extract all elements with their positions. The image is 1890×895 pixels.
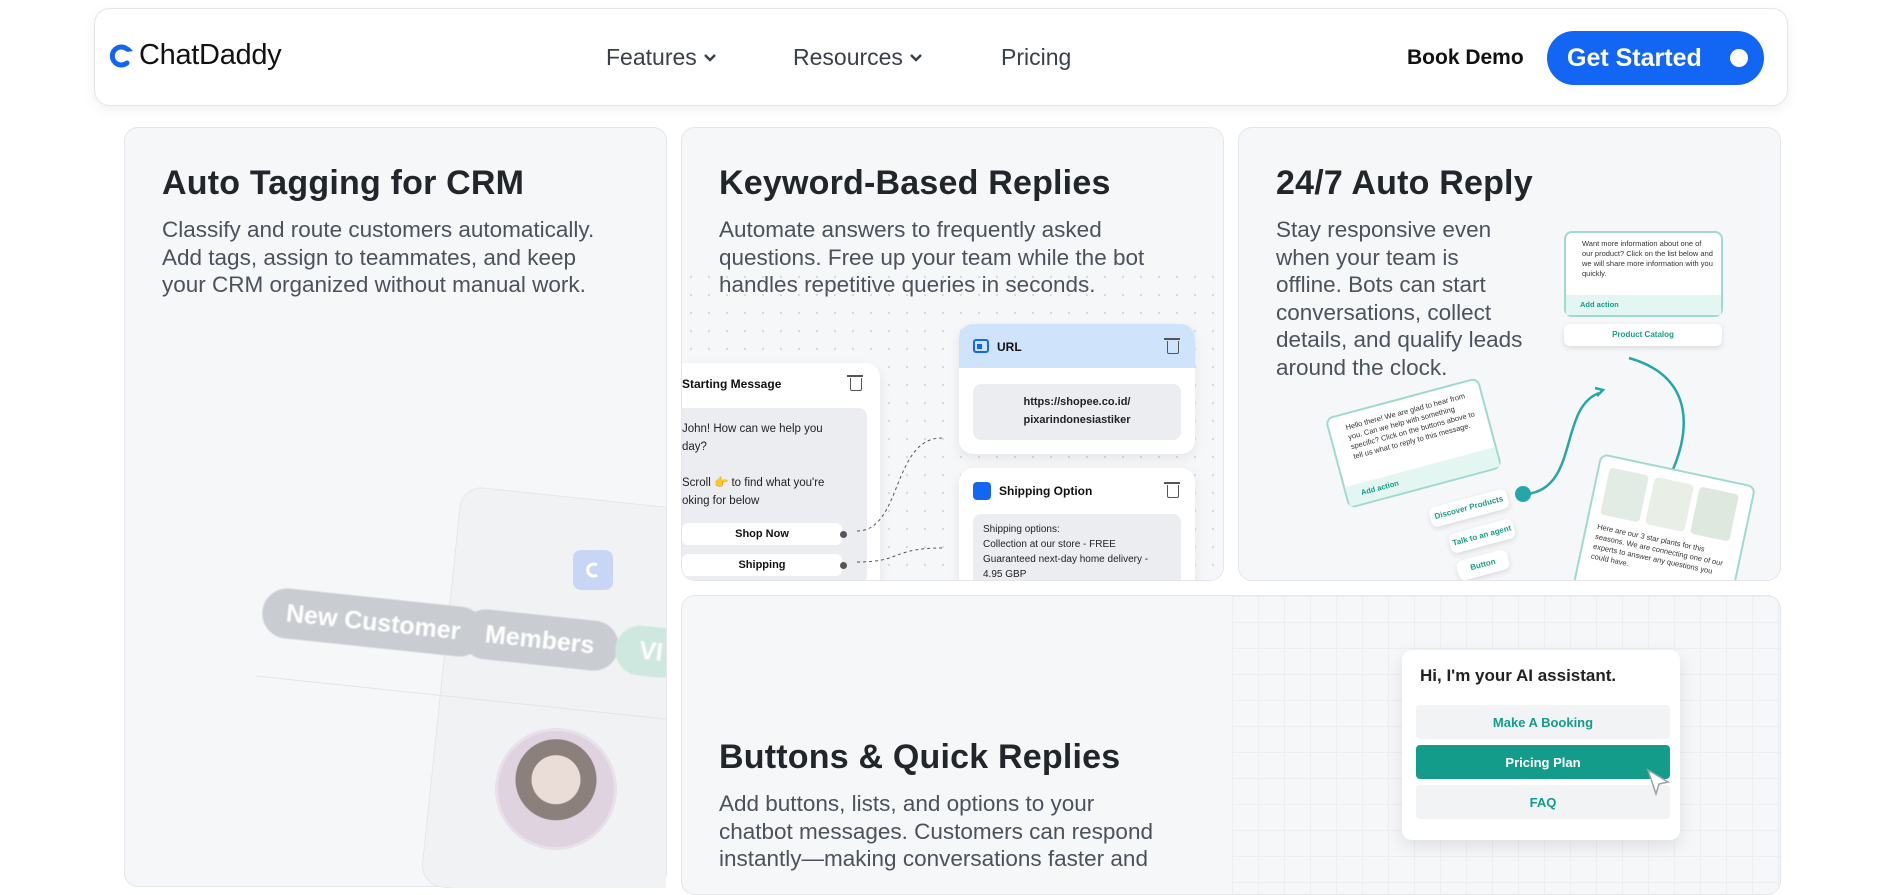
trash-icon[interactable]: [847, 375, 863, 391]
card-title: Keyword-Based Replies: [719, 164, 1111, 202]
card-description: Automate answers to frequently asked que…: [719, 216, 1144, 299]
plant-image: [1644, 476, 1695, 533]
desc-line: chatbot messages. Customers can respond: [719, 818, 1153, 844]
hello-message-card: Hello there! We are glad to hear from yo…: [1324, 377, 1503, 509]
msg-line: John! How can we help you: [682, 423, 823, 435]
chatdaddy-logo-icon: [109, 44, 133, 67]
ai-assistant-widget: Hi, I'm your AI assistant. Make A Bookin…: [1402, 650, 1680, 840]
node-title: URL: [997, 340, 1022, 354]
refresh-icon: [573, 550, 613, 590]
node-title: Shipping Option: [999, 484, 1093, 498]
faq-button[interactable]: FAQ: [1416, 785, 1670, 819]
desc-line: around the clock.: [1276, 354, 1448, 380]
ai-greeting: Hi, I'm your AI assistant.: [1420, 666, 1617, 685]
plant-image: [1689, 486, 1740, 542]
top-navbar: ChatDaddy Features Resources Pricing Boo…: [94, 8, 1788, 106]
shop-now-button[interactable]: Shop Now: [682, 523, 842, 545]
node-header: [959, 324, 1195, 368]
connector-dot: [840, 531, 847, 538]
chatdaddy-badge-icon: [973, 482, 991, 500]
product-catalog-chip[interactable]: Product Catalog: [1564, 324, 1722, 346]
customer-avatar: [495, 728, 617, 850]
desc-line: handles repetitive queries in seconds.: [719, 272, 1096, 297]
desc-line: conversations, collect: [1276, 299, 1492, 325]
desc-line: Automate answers to frequently asked: [719, 217, 1102, 242]
hello-text: Hello there! We are glad to hear from yo…: [1344, 391, 1476, 461]
nav-features-label: Features: [606, 44, 697, 70]
chevron-down-icon: [703, 53, 716, 62]
card-description: Stay responsive even when your team is o…: [1276, 216, 1522, 381]
nav-pricing-label: Pricing: [1001, 44, 1072, 70]
get-started-button[interactable]: Get Started: [1547, 31, 1764, 85]
ship-line: 4.95 GBP: [983, 569, 1027, 580]
url-value: https://shopee.co.id/ pixarindonesiastik…: [973, 384, 1181, 440]
feature-card-keyword-replies: Keyword-Based Replies Automate answers t…: [681, 127, 1224, 581]
desc-line: details, and qualify leads: [1276, 327, 1523, 352]
node-title: Starting Message: [682, 377, 782, 391]
tag-vip: VI: [612, 623, 666, 681]
auto-tagging-illustration: New Customer Members VI: [125, 128, 666, 888]
connector-dot: [840, 562, 847, 569]
nav-features[interactable]: Features: [606, 44, 717, 71]
pricing-plan-button[interactable]: Pricing Plan: [1416, 745, 1670, 779]
flow-connectors: [856, 437, 943, 563]
nav-resources-label: Resources: [793, 44, 903, 70]
msg-line: day?: [682, 441, 707, 453]
desc-line: Add buttons, lists, and options to your: [719, 791, 1095, 816]
url-icon: [973, 339, 989, 353]
cta-dot-icon: [1730, 49, 1748, 67]
get-started-label: Get Started: [1567, 43, 1702, 72]
card-title: Buttons & Quick Replies: [719, 738, 1121, 776]
nav-resources[interactable]: Resources: [793, 44, 923, 71]
ship-line: Collection at our store - FREE: [983, 539, 1116, 550]
nav-pricing[interactable]: Pricing: [1001, 44, 1071, 71]
talk-agent-chip[interactable]: Talk to an agent: [1447, 517, 1517, 555]
msg-line: oking for below: [682, 495, 760, 507]
ship-line: Guaranteed next-day home delivery -: [983, 554, 1149, 565]
shipping-option-node: Shipping Option Shipping options: Collec…: [959, 468, 1195, 580]
info-message-card: Want more information about one of our p…: [1564, 231, 1723, 317]
chevron-down-icon: [910, 53, 922, 62]
url-node: URL https://shopee.co.id/ pixarindonesia…: [959, 324, 1195, 454]
shipping-text: Shipping options: Collection at our stor…: [973, 514, 1181, 580]
desc-line: offline. Bots can start: [1276, 272, 1486, 297]
card-description: Add buttons, lists, and options to your …: [719, 790, 1153, 873]
cursor-icon: [1646, 768, 1670, 797]
button-chip[interactable]: Button: [1455, 548, 1511, 580]
brand-logo[interactable]: ChatDaddy: [109, 39, 282, 72]
starting-message-node: Starting Message John! How can we help y…: [682, 363, 880, 580]
desc-line: when your team is: [1276, 244, 1459, 270]
url-line: pixarindonesiastiker: [1023, 414, 1131, 426]
url-line: https://shopee.co.id/: [1023, 396, 1131, 408]
feature-card-auto-reply: 24/7 Auto Reply Stay responsive even whe…: [1238, 127, 1781, 581]
book-demo-link[interactable]: Book Demo: [1407, 46, 1524, 70]
make-booking-button[interactable]: Make A Booking: [1416, 705, 1670, 739]
desc-line: questions. Free up your team while the b…: [719, 244, 1145, 270]
ship-line: Shipping options:: [983, 524, 1060, 535]
shipping-button[interactable]: Shipping: [682, 554, 842, 576]
add-action-row[interactable]: Add action: [1566, 295, 1721, 315]
card-title: 24/7 Auto Reply: [1276, 164, 1533, 202]
trash-icon[interactable]: [1164, 338, 1180, 354]
brand-name: ChatDaddy: [139, 39, 282, 71]
msg-line: Scroll 👉 to find what you're: [682, 477, 825, 489]
info-text: Want more information about one of our p…: [1582, 239, 1713, 278]
desc-line: Stay responsive even: [1276, 217, 1492, 242]
desc-line: instantly—making conversations faster an…: [719, 846, 1148, 871]
trash-icon[interactable]: [1164, 482, 1180, 498]
plant-image: [1599, 467, 1650, 523]
